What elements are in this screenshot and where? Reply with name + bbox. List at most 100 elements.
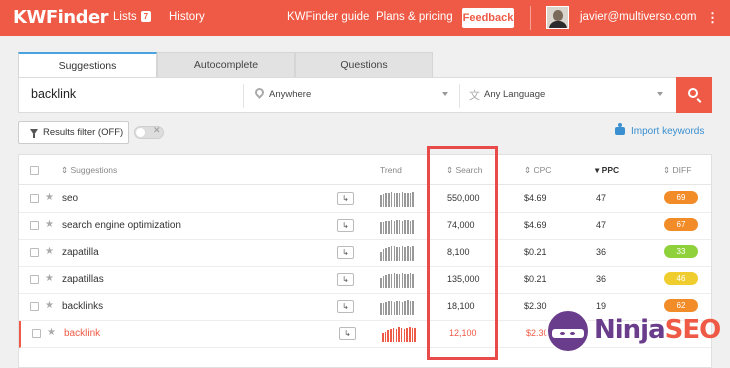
trend-bar [390,220,393,234]
ninjaseo-watermark: NinjaSEO [546,309,721,359]
open-keyword-button[interactable]: ↳ [337,219,354,232]
trend-bar [403,329,406,342]
table-row[interactable]: ★ seo ↳ 550,000 $4.69 47 69 [19,186,711,213]
select-all-checkbox[interactable] [30,166,39,175]
location-select[interactable]: Anywhere [269,89,311,100]
row-checkbox[interactable] [30,194,39,203]
trend-bar [401,246,404,261]
keyword-cell[interactable]: backlinks [62,301,103,312]
trend-bar [390,192,393,207]
ppc-cell: 47 [596,220,607,230]
keyword-cell[interactable]: zapatillas [62,274,104,285]
trend-bar [385,275,387,288]
keyword-cell[interactable]: seo [62,193,78,204]
trend-bar [398,220,401,234]
results-filter-button[interactable]: Results filter (OFF) [18,121,129,144]
trend-bar [409,247,412,261]
trend-bar [380,195,382,207]
trend-bar [406,328,408,342]
toggle-knob [136,128,145,137]
trend-bar [387,330,389,342]
nav-lists[interactable]: Lists 7 [113,11,152,23]
table-row[interactable]: ★ zapatillas ↳ 135,000 $0.21 36 46 [19,267,711,294]
user-avatar[interactable] [546,6,569,29]
trend-sparkline [380,272,415,288]
col-diff[interactable]: ⇕ DIFF [663,165,691,176]
tab-questions[interactable]: Questions [295,52,433,77]
star-icon[interactable]: ★ [45,246,54,257]
cpc-cell: $4.69 [524,220,547,230]
star-icon[interactable]: ★ [45,300,54,311]
more-menu-icon[interactable]: ⋮ [706,10,719,26]
table-row[interactable]: ★ zapatilla ↳ 8,100 $0.21 36 33 [19,240,711,267]
open-keyword-button[interactable]: ↳ [339,327,356,340]
language-select[interactable]: Any Language [484,89,545,100]
trend-bar [393,246,395,261]
trend-bar [396,220,398,234]
ppc-cell: 47 [596,193,607,203]
user-email[interactable]: javier@multiverso.com [580,11,696,23]
row-checkbox[interactable] [30,248,39,257]
trend-bar [401,273,404,288]
trend-bar [401,302,404,315]
ppc-cell: 36 [596,247,607,257]
trend-bar [382,276,385,288]
difficulty-badge: 46 [664,272,698,285]
filter-toggle[interactable]: ✕ [134,125,164,139]
row-checkbox[interactable] [30,302,39,311]
open-keyword-button[interactable]: ↳ [337,273,354,286]
trend-bar [398,247,401,261]
tab-autocomplete[interactable]: Autocomplete [157,52,295,77]
col-ppc[interactable]: ▾ PPC [595,165,619,176]
table-row[interactable]: ★ search engine optimization ↳ 74,000 $4.69 4… [19,213,711,240]
import-keywords-link[interactable]: Import keywords [615,123,704,137]
search-button[interactable] [676,77,712,113]
star-icon[interactable]: ★ [47,327,56,338]
search-volume-cell: 18,100 [447,301,475,311]
trend-bar [409,327,411,342]
results-filter-label: Results filter (OFF) [43,127,124,138]
star-icon[interactable]: ★ [45,219,54,230]
trend-bar [398,301,401,315]
open-keyword-button[interactable]: ↳ [337,246,354,259]
feedback-button[interactable]: Feedback [462,8,514,28]
cpc-cell: $2.30 [524,301,547,311]
row-checkbox[interactable] [32,329,41,338]
nav-history[interactable]: History [169,11,205,23]
chevron-down-icon[interactable] [442,92,448,96]
trend-bar [390,274,393,288]
language-icon: 文 [469,90,480,102]
trend-bar [385,193,387,207]
trend-bar [412,220,414,234]
kwfinder-logo[interactable]: KWFinder [13,7,109,28]
trend-sparkline [380,218,415,234]
col-search[interactable]: ⇕ Search [446,165,482,176]
search-volume-cell: 135,000 [447,274,480,284]
nav-plans-pricing[interactable]: Plans & pricing [376,11,453,23]
star-icon[interactable]: ★ [45,273,54,284]
row-checkbox[interactable] [30,221,39,230]
search-mode-tabs: Suggestions Autocomplete Questions [18,52,433,77]
trend-sparkline [382,326,417,342]
trend-bar [404,193,406,207]
chevron-down-icon[interactable] [657,92,663,96]
search-volume-cell: 8,100 [447,247,470,257]
keyword-cell[interactable]: zapatilla [62,247,99,258]
trend-bar [404,220,406,234]
search-icon [688,88,698,98]
trend-bar [398,193,401,207]
keyword-input[interactable]: backlink [31,87,76,101]
tab-suggestions[interactable]: Suggestions [18,52,157,77]
row-checkbox[interactable] [30,275,39,284]
star-icon[interactable]: ★ [45,192,54,203]
nav-kwfinder-guide[interactable]: KWFinder guide [287,11,369,23]
open-keyword-button[interactable]: ↳ [337,300,354,313]
cpc-cell: $4.69 [524,193,547,203]
col-cpc[interactable]: ⇕ CPC [524,165,551,176]
keyword-cell[interactable]: search engine optimization [62,220,181,231]
search-volume-cell: 550,000 [447,193,480,203]
col-suggestions[interactable]: ⇕ Suggestions [61,165,117,176]
open-keyword-button[interactable]: ↳ [337,192,354,205]
cpc-cell: $0.21 [524,274,547,284]
keyword-cell[interactable]: backlink [64,328,100,339]
